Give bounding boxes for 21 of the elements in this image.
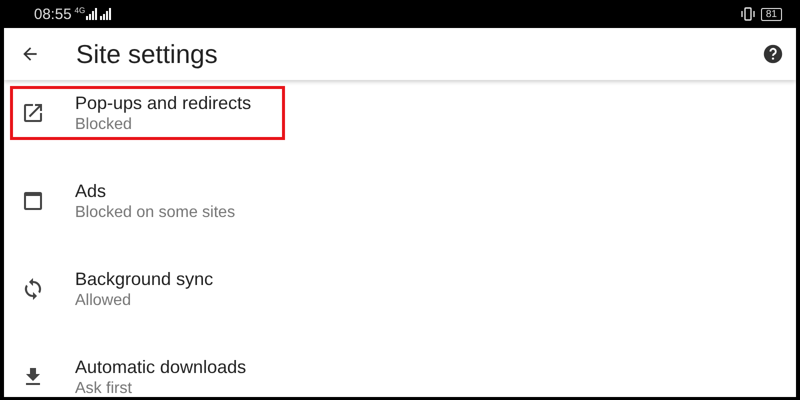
help-icon[interactable]	[762, 43, 784, 65]
external-link-icon	[21, 101, 45, 125]
status-time: 08:55	[34, 6, 72, 22]
settings-item[interactable]: Background sync Allowed	[10, 262, 285, 316]
item-title: Ads	[75, 180, 108, 202]
item-title: Automatic downloads	[75, 356, 246, 378]
item-title: Background sync	[75, 268, 214, 290]
settings-item[interactable]: Ads Blocked on some sites	[10, 174, 285, 228]
item-summary: Blocked on some sites	[75, 204, 236, 222]
item-summary: Blocked	[75, 116, 133, 134]
item-summary: Ask first	[75, 380, 133, 397]
highlight-frame[interactable]: Pop-ups and redirects Blocked	[10, 86, 285, 140]
window-icon	[21, 189, 45, 213]
vibrate-icon	[740, 7, 756, 21]
signal-icon	[86, 8, 112, 20]
item-summary: Allowed	[75, 292, 132, 310]
item-title: Pop-ups and redirects	[75, 92, 252, 114]
network-type: 4G	[74, 6, 86, 14]
battery-indicator: 81	[760, 8, 782, 20]
settings-item[interactable]: Automatic downloads Ask first	[10, 350, 285, 397]
page-title: Site settings	[76, 38, 219, 70]
